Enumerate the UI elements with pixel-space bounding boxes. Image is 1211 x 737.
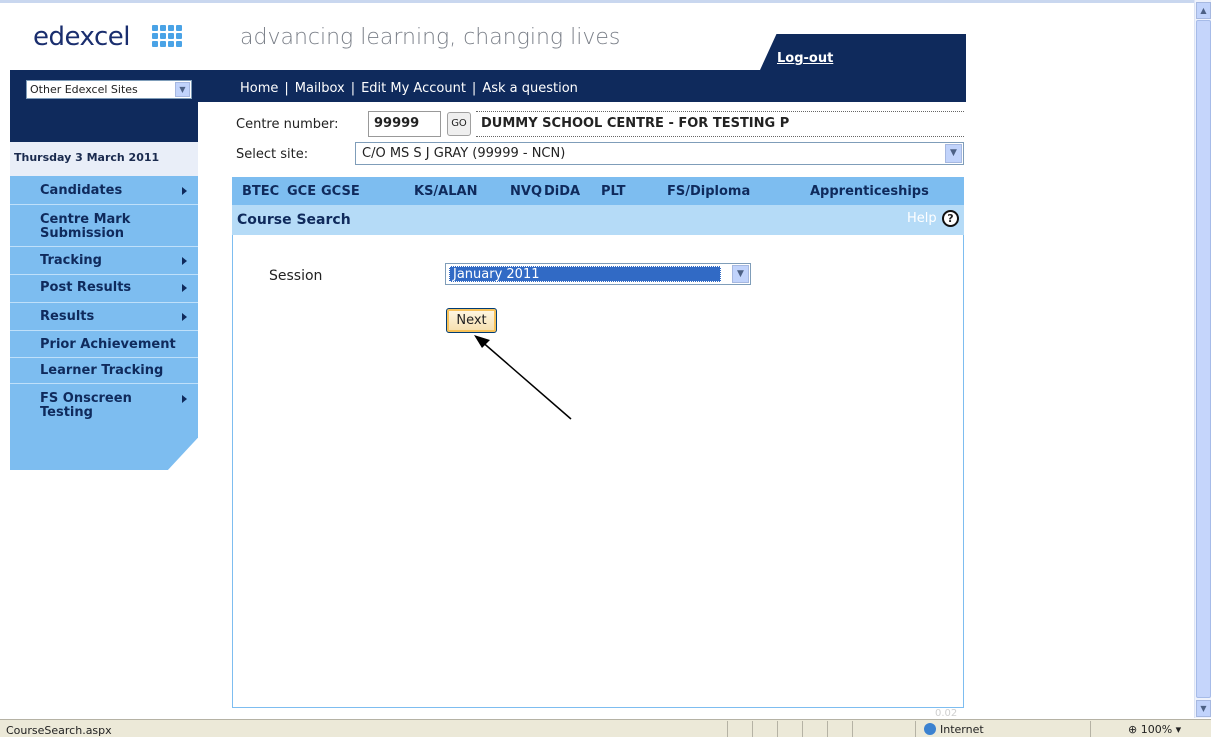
sidebar-item-candidates[interactable]: Candidates bbox=[40, 184, 122, 198]
vertical-scrollbar[interactable]: ▲ ▼ bbox=[1194, 0, 1211, 718]
page-title: Course Search bbox=[237, 212, 351, 228]
sidebar-divider bbox=[10, 246, 198, 247]
chevron-right-icon bbox=[182, 187, 187, 195]
globe-icon bbox=[924, 723, 936, 735]
other-sites-value: Other Edexcel Sites bbox=[30, 83, 138, 96]
sidebar-divider bbox=[10, 274, 198, 275]
tab-nvq[interactable]: NVQ bbox=[510, 184, 542, 199]
top-nav-links: Home | Mailbox | Edit My Account | Ask a quest… bbox=[240, 81, 578, 96]
version-label: 0.02 bbox=[935, 708, 958, 719]
tab-plt[interactable]: PLT bbox=[601, 184, 626, 199]
logout-link[interactable]: Log-out bbox=[777, 51, 833, 66]
status-divider bbox=[852, 721, 853, 737]
nav-home[interactable]: Home bbox=[240, 81, 278, 96]
zoom-value: 100% bbox=[1140, 723, 1173, 736]
chevron-down-icon[interactable]: ▼ bbox=[945, 144, 962, 163]
chevron-right-icon bbox=[182, 257, 187, 265]
sidebar-item-learner-tracking[interactable]: Learner Tracking bbox=[40, 364, 163, 378]
status-divider bbox=[915, 721, 916, 737]
session-label: Session bbox=[269, 268, 323, 284]
status-divider bbox=[827, 721, 828, 737]
sidebar-item-results[interactable]: Results bbox=[40, 310, 94, 324]
status-divider bbox=[1090, 721, 1091, 737]
session-select[interactable]: January 2011 ▼ bbox=[445, 263, 751, 285]
nav-edit-account[interactable]: Edit My Account bbox=[361, 81, 466, 96]
sidebar-item-fs-onscreen-testing[interactable]: FS Onscreen Testing bbox=[40, 392, 150, 420]
chevron-right-icon bbox=[182, 395, 187, 403]
tab-fs-diploma[interactable]: FS/Diploma bbox=[667, 184, 750, 199]
session-select-value: January 2011 bbox=[449, 266, 721, 282]
help-icon[interactable]: ? bbox=[942, 210, 959, 227]
left-header-block bbox=[10, 102, 198, 142]
tab-btec[interactable]: BTEC bbox=[242, 184, 279, 199]
status-divider bbox=[752, 721, 753, 737]
zoom-level[interactable]: ⊕ 100% ▾ bbox=[1128, 723, 1181, 736]
centre-number-input[interactable]: 99999 bbox=[368, 111, 441, 137]
zone-label: Internet bbox=[940, 723, 984, 736]
tab-ks-alan[interactable]: KS/ALAN bbox=[414, 184, 477, 199]
chevron-down-icon[interactable]: ▼ bbox=[732, 265, 749, 283]
status-divider bbox=[777, 721, 778, 737]
centre-number-label: Centre number: bbox=[236, 117, 339, 132]
sidebar-divider bbox=[10, 383, 198, 384]
sidebar-divider bbox=[10, 357, 198, 358]
sidebar-item-post-results[interactable]: Post Results bbox=[40, 281, 131, 295]
tab-gcse[interactable]: GCSE bbox=[321, 184, 360, 199]
sidebar-divider bbox=[10, 204, 198, 205]
nav-ask-question[interactable]: Ask a question bbox=[482, 81, 578, 96]
help-link[interactable]: Help bbox=[907, 211, 937, 226]
arrow-annotation-icon bbox=[474, 335, 572, 420]
nav-mailbox[interactable]: Mailbox bbox=[295, 81, 345, 96]
scroll-thumb[interactable] bbox=[1196, 20, 1211, 698]
browser-page: edexcel advancing learning, changing liv… bbox=[0, 0, 1211, 737]
scroll-up-icon[interactable]: ▲ bbox=[1196, 2, 1211, 19]
chevron-right-icon bbox=[182, 313, 187, 321]
site-select-value: C/O MS S J GRAY (99999 - NCN) bbox=[362, 146, 566, 161]
status-divider bbox=[802, 721, 803, 737]
sidebar-item-tracking[interactable]: Tracking bbox=[40, 254, 102, 268]
sidebar-item-prior-achievement[interactable]: Prior Achievement bbox=[40, 338, 176, 352]
other-sites-select[interactable]: Other Edexcel Sites ▼ bbox=[26, 80, 192, 99]
window-top-border bbox=[0, 0, 1211, 3]
tagline: advancing learning, changing lives bbox=[240, 25, 621, 50]
centre-name: DUMMY SCHOOL CENTRE - FOR TESTING P bbox=[476, 111, 964, 137]
current-date: Thursday 3 March 2011 bbox=[14, 151, 160, 164]
chevron-right-icon bbox=[182, 284, 187, 292]
status-bar: CourseSearch.aspx Internet ⊕ 100% ▾ bbox=[0, 719, 1211, 737]
chevron-down-icon[interactable]: ▼ bbox=[175, 82, 190, 97]
scroll-down-icon[interactable]: ▼ bbox=[1196, 700, 1211, 717]
tab-apprenticeships[interactable]: Apprenticeships bbox=[810, 184, 929, 199]
logo-dots-icon bbox=[152, 25, 182, 49]
sidebar-divider bbox=[10, 302, 198, 303]
tab-dida[interactable]: DiDA bbox=[544, 184, 580, 199]
security-zone: Internet bbox=[924, 723, 984, 736]
site-select[interactable]: C/O MS S J GRAY (99999 - NCN) ▼ bbox=[355, 142, 964, 165]
sidebar-item-centre-mark-submission[interactable]: Centre Mark Submission bbox=[40, 213, 150, 241]
go-button[interactable]: GO bbox=[447, 112, 471, 136]
select-site-label: Select site: bbox=[236, 147, 309, 162]
status-url: CourseSearch.aspx bbox=[6, 724, 112, 737]
status-divider bbox=[727, 721, 728, 737]
edexcel-logo[interactable]: edexcel bbox=[33, 22, 130, 52]
sidebar-divider bbox=[10, 330, 198, 331]
tab-gce[interactable]: GCE bbox=[287, 184, 316, 199]
